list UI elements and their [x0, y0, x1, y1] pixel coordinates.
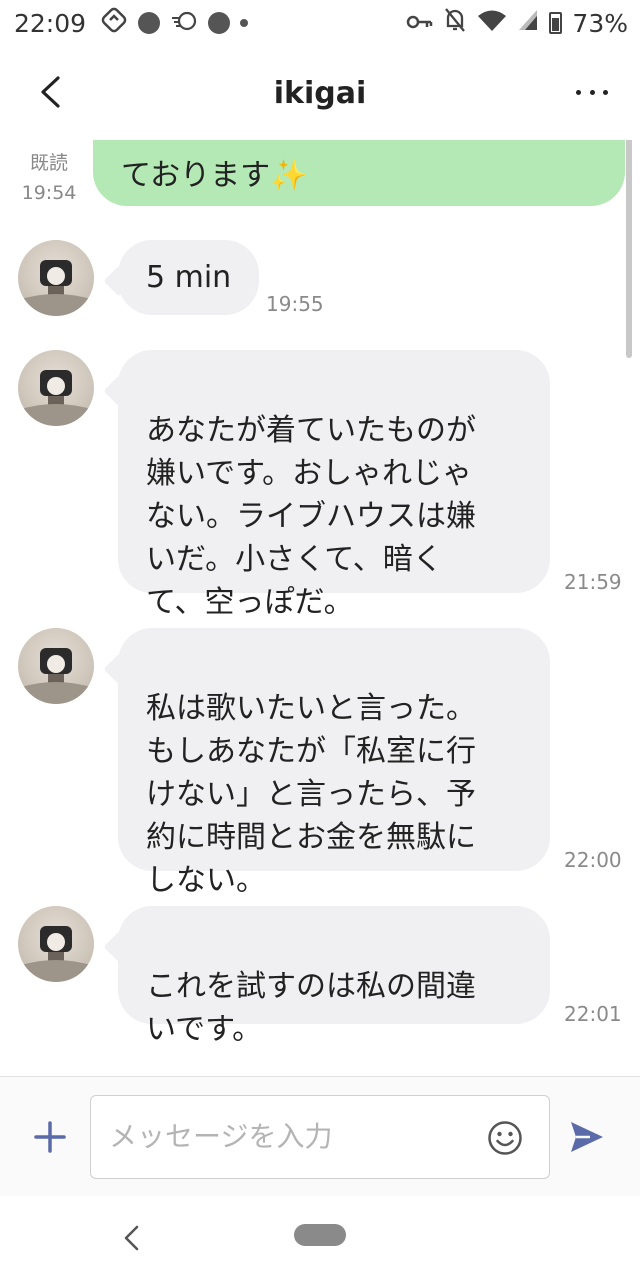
received-message-bubble[interactable]: 私は歌いたいと言った。 もしあなたが「私室に行 けない」と言ったら、予 約に時間… [118, 628, 550, 898]
emoji-button[interactable] [487, 1120, 523, 1156]
system-nav-bar [0, 1196, 640, 1280]
chat-title: ikigai [273, 75, 367, 111]
message-list[interactable]: 既読 19:54 ております✨ 5 min 19:55 あなたが着ていたものが … [0, 140, 640, 1076]
home-pill-button[interactable] [294, 1224, 346, 1246]
message-input-container[interactable] [90, 1095, 550, 1179]
message-input-bar [0, 1076, 640, 1196]
message-text: 5 min [146, 260, 232, 295]
message-time: 22:00 [564, 848, 622, 872]
back-button[interactable] [30, 72, 70, 112]
more-menu-button[interactable] [576, 82, 608, 102]
received-message-bubble[interactable]: これを試すのは私の間違 いです。 [118, 906, 550, 1047]
notification-dot-icon [138, 12, 161, 34]
battery-icon [549, 12, 563, 34]
scrollbar[interactable] [626, 140, 632, 358]
avatar[interactable] [18, 906, 94, 982]
avatar[interactable] [18, 350, 94, 426]
message-text: これを試すのは私の間違 いです。 [146, 969, 476, 1047]
vpn-key-icon [405, 9, 433, 38]
chat-header: ikigai [0, 46, 640, 140]
message-time: 22:01 [564, 1002, 622, 1026]
message-text: あなたが着ていたものが 嫌いです。おしゃれじゃ ない。ライブハウスは嫌 いだ。小… [146, 413, 476, 620]
mute-bell-icon [443, 7, 467, 39]
plus-icon [34, 1121, 66, 1153]
send-button[interactable] [568, 1119, 606, 1155]
notification-dot-icon-2 [208, 12, 231, 34]
read-label: 既読 [29, 152, 68, 174]
avatar[interactable] [18, 628, 94, 704]
data-saver-icon [170, 9, 198, 38]
message-text: 私は歌いたいと言った。 もしあなたが「私室に行 けない」と言ったら、予 約に時間… [146, 691, 476, 898]
sent-message-bubble[interactable]: ております✨ [93, 140, 625, 206]
more-horizontal-icon [576, 89, 581, 95]
signal-icon [517, 8, 539, 38]
system-back-button[interactable] [120, 1224, 144, 1252]
status-bar: 22:09 73% [0, 0, 640, 46]
received-message-bubble[interactable]: 5 min [118, 240, 260, 315]
sync-icon [100, 6, 128, 40]
sent-time: 19:54 [21, 182, 77, 204]
system-back-icon [124, 1225, 139, 1251]
more-notifications-icon [240, 19, 249, 27]
read-receipt: 既読 19:54 [14, 148, 84, 208]
smiley-icon [488, 1121, 522, 1155]
message-time: 21:59 [564, 570, 622, 594]
status-time: 22:09 [14, 8, 87, 38]
battery-percent: 73% [572, 8, 628, 38]
message-input[interactable] [109, 1116, 469, 1156]
chevron-left-icon [41, 76, 60, 108]
avatar[interactable] [18, 240, 94, 316]
attach-button[interactable] [30, 1117, 70, 1157]
wifi-icon [477, 8, 507, 38]
send-icon [571, 1122, 603, 1152]
message-time: 19:55 [266, 292, 324, 316]
sent-message-text: ております✨ [121, 158, 308, 193]
received-message-bubble[interactable]: あなたが着ていたものが 嫌いです。おしゃれじゃ ない。ライブハウスは嫌 いだ。小… [118, 350, 550, 620]
